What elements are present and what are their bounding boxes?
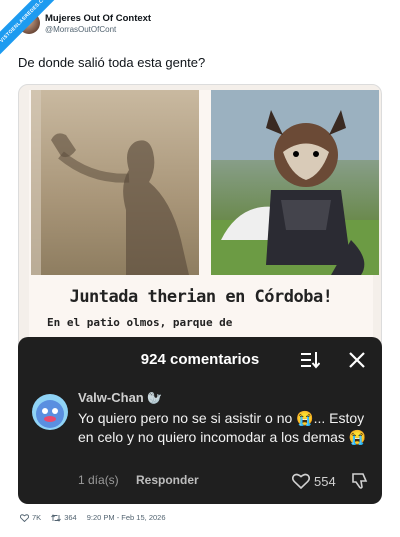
sort-icon[interactable] — [300, 351, 320, 369]
retweet-action[interactable]: 364 — [51, 513, 77, 522]
retweet-icon — [51, 513, 62, 522]
comments-sheet: 924 comentarios Valw-Chan 🦭 Yo quiero pe… — [18, 337, 382, 504]
comments-count-title: 924 comentarios — [140, 351, 260, 368]
heart-icon[interactable] — [292, 473, 310, 489]
tweet-text: De donde salió toda esta gente? — [18, 55, 206, 70]
flyer-photo-costume — [211, 90, 379, 275]
author-handle[interactable]: @MorrasOutOfCont — [45, 25, 151, 34]
flyer-title: Juntada therian en Córdoba! — [69, 287, 333, 307]
author-names: Mujeres Out Of Context @MorrasOutOfCont — [45, 13, 151, 34]
heart-icon — [20, 513, 29, 522]
comment-time: 1 día(s) — [78, 473, 119, 487]
author-display-name[interactable]: Mujeres Out Of Context — [45, 13, 151, 24]
comment-text: Yo quiero pero no se si asistir o no 😭..… — [78, 410, 367, 445]
like-action[interactable]: 7K — [20, 513, 41, 522]
dislike-icon[interactable] — [351, 472, 369, 490]
comment-username-text[interactable]: Valw-Chan — [78, 390, 144, 405]
close-icon[interactable] — [348, 351, 366, 369]
retweet-count: 364 — [64, 513, 77, 522]
seal-icon: 🦭 — [147, 391, 163, 405]
timestamp[interactable]: 9:20 PM - Feb 15, 2026 — [87, 513, 166, 522]
comment-avatar[interactable] — [32, 394, 68, 430]
flyer-subtitle: En el patio olmos, parque de — [47, 316, 233, 329]
like-count: 7K — [32, 513, 42, 522]
tweet-footer: 7K 364 9:20 PM - Feb 15, 2026 — [20, 513, 176, 522]
comment-username[interactable]: Valw-Chan 🦭 — [78, 390, 162, 405]
flyer-photo-shadow — [31, 90, 199, 275]
comment-like-count: 554 — [314, 474, 336, 489]
timestamp-text: 9:20 PM - Feb 15, 2026 — [86, 513, 166, 522]
reply-button[interactable]: Responder — [136, 473, 199, 487]
